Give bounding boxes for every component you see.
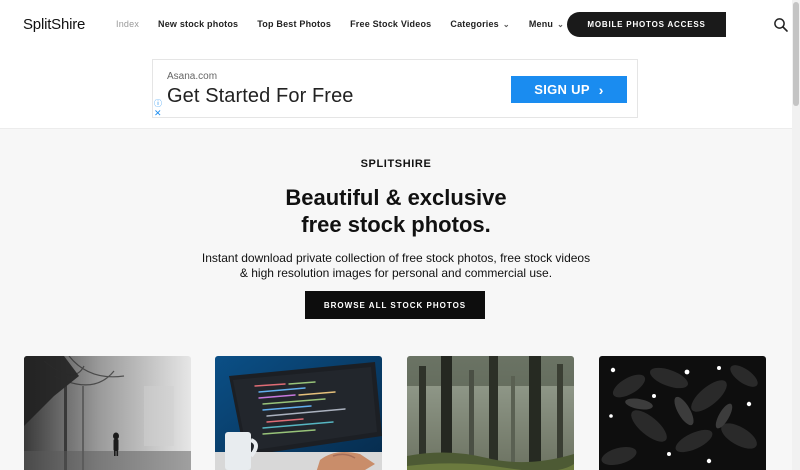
nav-new-stock-photos[interactable]: New stock photos bbox=[158, 19, 238, 29]
ad-banner[interactable]: Asana.com Get Started For Free SIGN UP ›… bbox=[152, 59, 638, 118]
photo-thumbnail[interactable] bbox=[215, 356, 382, 470]
search-icon[interactable] bbox=[773, 17, 789, 33]
subtitle-line-1: Instant download private collection of f… bbox=[201, 251, 591, 265]
scrollbar-thumb[interactable] bbox=[793, 2, 799, 106]
photo-thumbnail[interactable] bbox=[407, 356, 574, 470]
photo-thumbnail[interactable] bbox=[599, 356, 766, 470]
nav-categories-label: Categories bbox=[450, 19, 499, 29]
foggy-park-image bbox=[24, 356, 191, 470]
browse-all-button[interactable]: BROWSE ALL STOCK PHOTOS bbox=[305, 291, 485, 319]
main-nav: Index New stock photos Top Best Photos F… bbox=[116, 19, 583, 29]
nav-categories[interactable]: Categories ⌄ bbox=[450, 19, 509, 29]
title-line-2: free stock photos. bbox=[301, 212, 491, 237]
chevron-right-icon: › bbox=[598, 81, 604, 98]
laptop-code-image bbox=[215, 356, 382, 470]
ad-signup-button[interactable]: SIGN UP › bbox=[511, 76, 627, 103]
mobile-photos-access-button[interactable]: MOBILE PHOTOS ACCESS bbox=[567, 12, 726, 37]
subtitle-line-2: & high resolution images for personal an… bbox=[239, 266, 553, 280]
misty-forest-image bbox=[407, 356, 574, 470]
photo-thumbnail[interactable] bbox=[24, 356, 191, 470]
ad-headline: Get Started For Free bbox=[167, 85, 354, 107]
title-line-1: Beautiful & exclusive bbox=[285, 185, 507, 210]
nav-free-stock-videos[interactable]: Free Stock Videos bbox=[350, 19, 431, 29]
chevron-down-icon: ⌄ bbox=[557, 20, 565, 29]
hero-brand: SPLITSHIRE bbox=[360, 158, 432, 170]
nav-top-best-photos[interactable]: Top Best Photos bbox=[257, 19, 331, 29]
page-title: Beautiful & exclusive free stock photos. bbox=[0, 184, 792, 238]
ad-close-icon[interactable]: ✕ bbox=[154, 108, 162, 119]
chevron-down-icon: ⌄ bbox=[502, 20, 510, 29]
hero-subtitle: Instant download private collection of f… bbox=[0, 251, 792, 281]
ad-signup-label: SIGN UP bbox=[534, 82, 590, 97]
site-logo[interactable]: SplitShire bbox=[23, 16, 85, 33]
nav-index[interactable]: Index bbox=[116, 19, 139, 29]
ad-domain: Asana.com bbox=[167, 71, 218, 82]
site-header: SplitShire Index New stock photos Top Be… bbox=[0, 0, 792, 129]
nav-menu[interactable]: Menu ⌄ bbox=[529, 19, 564, 29]
dark-leaves-image bbox=[599, 356, 766, 470]
nav-menu-label: Menu bbox=[528, 19, 554, 29]
scrollbar[interactable] bbox=[792, 0, 800, 470]
page: SplitShire Index New stock photos Top Be… bbox=[0, 0, 800, 470]
